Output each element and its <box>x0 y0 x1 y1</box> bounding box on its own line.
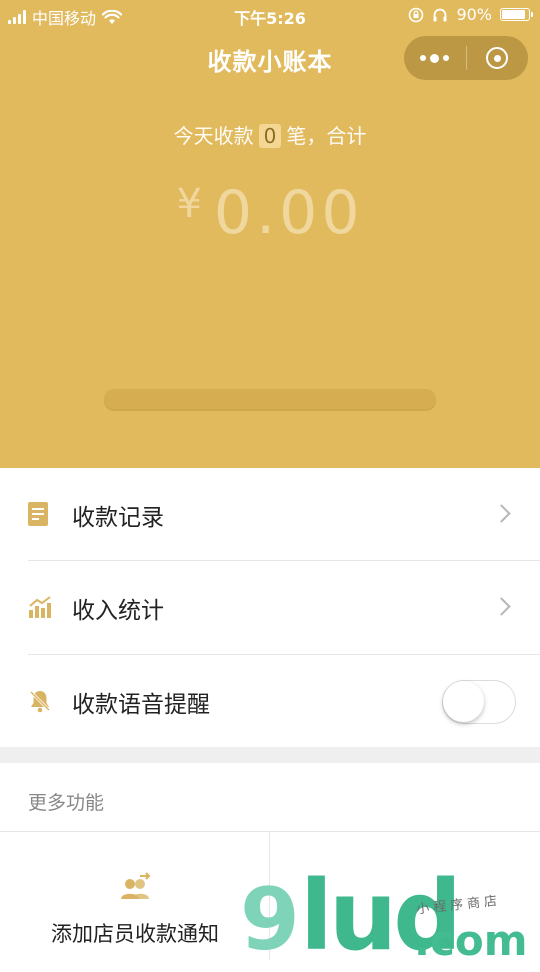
today-prefix: 今天收款 <box>173 124 254 148</box>
menu-item-stats[interactable]: 收入统计 <box>0 561 540 653</box>
watermark-com: .com <box>414 916 528 965</box>
target-icon <box>486 47 509 69</box>
headphones-icon <box>433 8 447 21</box>
header-panel: 中国移动 下午5:26 90% 收款小账本 今天收款 0 笔，合计 ¥ 0.00 <box>0 0 540 468</box>
status-bar: 中国移动 下午5:26 90% <box>0 0 540 30</box>
watermark-nine: 9 <box>240 870 300 970</box>
dots-icon <box>420 53 450 63</box>
add-staff-notify-label: 添加店员收款通知 <box>51 922 219 946</box>
currency-symbol: ¥ <box>176 181 202 227</box>
chevron-right-icon <box>492 597 511 616</box>
grid-divider <box>0 831 540 832</box>
battery-fill <box>502 10 526 19</box>
battery-icon <box>500 8 533 21</box>
amount-value: 0.00 <box>213 178 364 248</box>
voice-label: 收款语音提醒 <box>72 692 210 718</box>
voice-toggle[interactable] <box>442 680 516 724</box>
stats-label: 收入统计 <box>72 598 164 624</box>
bar-chart-icon <box>29 596 51 618</box>
chevron-right-icon <box>492 504 511 523</box>
mini-program-capsule <box>404 36 528 80</box>
menu-item-voice: 收款语音提醒 <box>0 655 540 747</box>
section-gap <box>0 747 540 763</box>
staff-add-icon <box>121 872 151 899</box>
rotation-lock-icon <box>409 7 424 22</box>
document-icon <box>28 502 48 526</box>
today-summary: 今天收款 0 笔，合计 <box>0 120 540 149</box>
battery-percent: 90% <box>456 5 492 24</box>
close-button[interactable] <box>467 36 529 80</box>
today-count-badge: 0 <box>258 124 282 148</box>
menu-item-records[interactable]: 收款记录 <box>0 468 540 560</box>
toggle-knob <box>443 681 484 722</box>
more-section-label: 更多功能 <box>28 792 105 814</box>
bell-off-icon <box>29 690 51 713</box>
today-suffix: 笔，合计 <box>286 124 367 148</box>
header-bar <box>104 389 436 409</box>
more-button[interactable] <box>404 36 466 80</box>
records-label: 收款记录 <box>72 505 164 531</box>
total-amount: ¥0.00 <box>0 178 540 248</box>
